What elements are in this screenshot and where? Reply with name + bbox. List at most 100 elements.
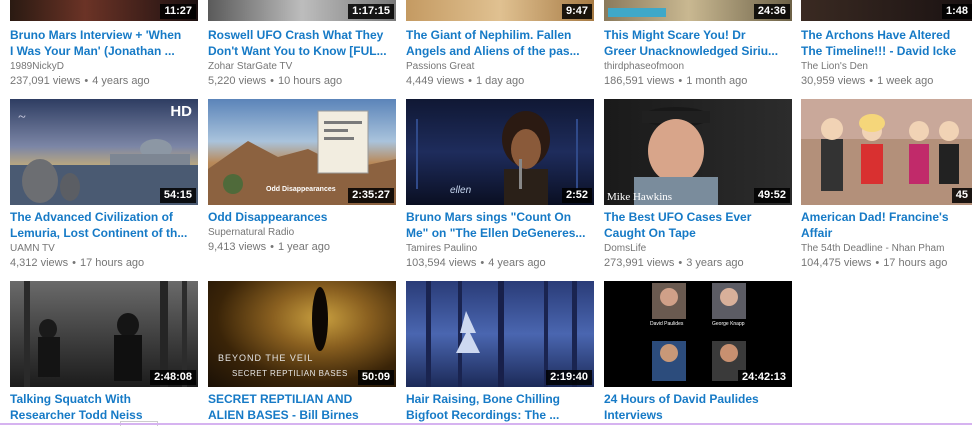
thumbnail-banner [608,8,666,17]
video-duration: 2:52 [561,188,592,203]
channel-name[interactable]: DomsLife [604,242,646,255]
upload-age: 1 year ago [277,241,330,253]
channel-name[interactable]: Zohar StarGate TV [208,60,292,73]
video-thumbnail[interactable]: 2:48:08 [10,281,198,387]
upload-age: 1 month ago [686,75,748,87]
video-meta: 4,312 views • 17 hours ago [10,257,145,269]
channel-name[interactable]: Tamires Paulino [406,242,477,255]
video-title-line: Researcher Todd Neiss [10,408,143,422]
video-title-line: Me" on "The Ellen DeGeneres... [406,226,586,240]
video-thumbnail[interactable]: Odd Disappearances 2:35:27 [208,99,396,205]
video-thumbnail[interactable]: 1:17:15 [208,0,396,21]
channel-name[interactable]: thirdphaseofmoon [604,60,684,73]
video-thumbnail[interactable]: David Paulides George Knapp 24:42:13 [604,281,792,387]
video-title-line: Affair [801,226,833,240]
view-count: 5,220 views [208,75,267,87]
video-meta: 9,413 views • 1 year ago [208,241,330,253]
video-title-line: Hair Raising, Bone Chilling [406,392,561,406]
video-title-link[interactable]: The Archons Have Altered The Timeline!!!… [801,27,972,59]
video-title-link[interactable]: Bruno Mars sings "Count On Me" on "The E… [406,209,592,241]
video-duration: 24:42:13 [737,370,790,385]
thumbnail-caption: Mike Hawkins [607,191,673,203]
video-title-link[interactable]: This Might Scare You! Dr Greer Unacknowl… [604,27,790,59]
video-duration: 45 [951,188,972,203]
upload-age: 1 day ago [475,75,525,87]
video-title-line: The Advanced Civilization of [10,210,173,224]
video-thumbnail[interactable]: ~ HD 54:15 [10,99,198,205]
video-title-line: Angels and Aliens of the pas... [406,44,580,58]
video-thumbnail[interactable]: 1:48 [801,0,972,21]
video-title-line: Odd Disappearances [208,210,328,224]
video-title-line: I Was Your Man' (Jonathan ... [10,44,175,58]
video-thumbnail[interactable]: BEYOND THE VEIL SECRET REPTILIAN BASES 5… [208,281,396,387]
cartoon-scene [801,99,972,191]
upload-age: 4 years ago [488,257,546,269]
video-meta: 30,959 views • 1 week ago [801,75,934,87]
video-thumbnail[interactable]: 9:47 [406,0,594,21]
thumbnail-subcaption: SECRET REPTILIAN BASES [232,369,348,378]
video-title-line: The Timeline!!! - David Icke [801,44,957,58]
upload-age: 3 years ago [686,257,744,269]
view-count: 104,475 views [801,257,872,269]
video-duration: 11:27 [160,4,196,19]
video-duration: 24:36 [753,4,790,19]
video-title-line: Roswell UFO Crash What They [208,28,384,42]
video-title-link[interactable]: American Dad! Francine's Affair [801,209,972,241]
video-title-link[interactable]: Hair Raising, Bone Chilling Bigfoot Reco… [406,391,592,423]
upload-age: 17 hours ago [883,257,948,269]
video-title-link[interactable]: Roswell UFO Crash What They Don't Want Y… [208,27,394,59]
video-thumbnail[interactable]: 11:27 [10,0,198,21]
video-title-link[interactable]: The Best UFO Cases Ever Caught On Tape [604,209,790,241]
video-title-link[interactable]: Odd Disappearances [208,209,394,225]
video-title-line: The Giant of Nephilim. Fallen [406,28,572,42]
video-title-line: 24 Hours of David Paulides [604,392,759,406]
video-title-link[interactable]: SECRET REPTILIAN AND ALIEN BASES - Bill … [208,391,394,423]
video-title-line: ALIEN BASES - Bill Birnes [208,408,359,422]
video-duration: 1:48 [941,4,972,19]
view-count: 103,594 views [406,257,477,269]
collage-name-label: George Knapp [712,321,745,327]
video-duration: 2:48:08 [150,370,196,385]
video-title-line: Don't Want You to Know [FUL... [208,44,387,58]
video-thumbnail[interactable]: Mike Hawkins 49:52 [604,99,792,205]
hd-badge: HD [170,103,192,120]
video-grid: 11:27 Bruno Mars Interview + 'When I Was… [0,0,972,426]
video-meta: 4,449 views • 1 day ago [406,75,525,87]
video-duration: 49:52 [753,188,790,203]
video-meta: 103,594 views • 4 years ago [406,257,546,269]
view-count: 273,991 views [604,257,675,269]
channel-name[interactable]: Supernatural Radio [208,226,294,239]
video-title-link[interactable]: Talking Squatch With Researcher Todd Nei… [10,391,196,423]
video-meta: 273,991 views • 3 years ago [604,257,744,269]
video-title-line: Bruno Mars sings "Count On [406,210,572,224]
view-count: 30,959 views [801,75,866,87]
channel-name[interactable]: UAMN TV [10,242,55,255]
collage-name-label: David Paulides [650,321,684,327]
channel-name[interactable]: The Lion's Den [801,60,868,73]
video-thumbnail[interactable]: 45 [801,99,972,205]
upload-age: 10 hours ago [277,75,343,87]
video-title-line: Lemuria, Lost Continent of th... [10,226,188,240]
view-count: 186,591 views [604,75,675,87]
video-title-line: Greer Unacknowledged Siriu... [604,44,779,58]
video-title-link[interactable]: The Advanced Civilization of Lemuria, Lo… [10,209,196,241]
video-duration: 2:35:27 [348,188,394,203]
video-duration: 1:17:15 [348,4,394,19]
video-title-line: SECRET REPTILIAN AND [208,392,353,406]
channel-name[interactable]: Passions Great [406,60,474,73]
channel-name[interactable]: 1989NickyD [10,60,64,73]
video-thumbnail[interactable]: 2:19:40 [406,281,594,387]
view-count: 9,413 views [208,241,267,253]
svg-text:~: ~ [18,110,26,125]
ellen-logo: ellen [450,185,472,196]
view-count: 237,091 views [10,75,81,87]
view-count: 4,312 views [10,257,69,269]
channel-name[interactable]: The 54th Deadline - Nhan Pham [801,242,944,255]
video-meta: 104,475 views • 17 hours ago [801,257,948,269]
upload-age: 1 week ago [877,75,934,87]
video-title-link[interactable]: Bruno Mars Interview + 'When I Was Your … [10,27,196,59]
video-thumbnail[interactable]: 24:36 [604,0,792,21]
video-thumbnail[interactable]: ellen 2:52 [406,99,594,205]
video-title-link[interactable]: The Giant of Nephilim. Fallen Angels and… [406,27,592,59]
video-title-link[interactable]: 24 Hours of David Paulides Interviews [604,391,790,423]
